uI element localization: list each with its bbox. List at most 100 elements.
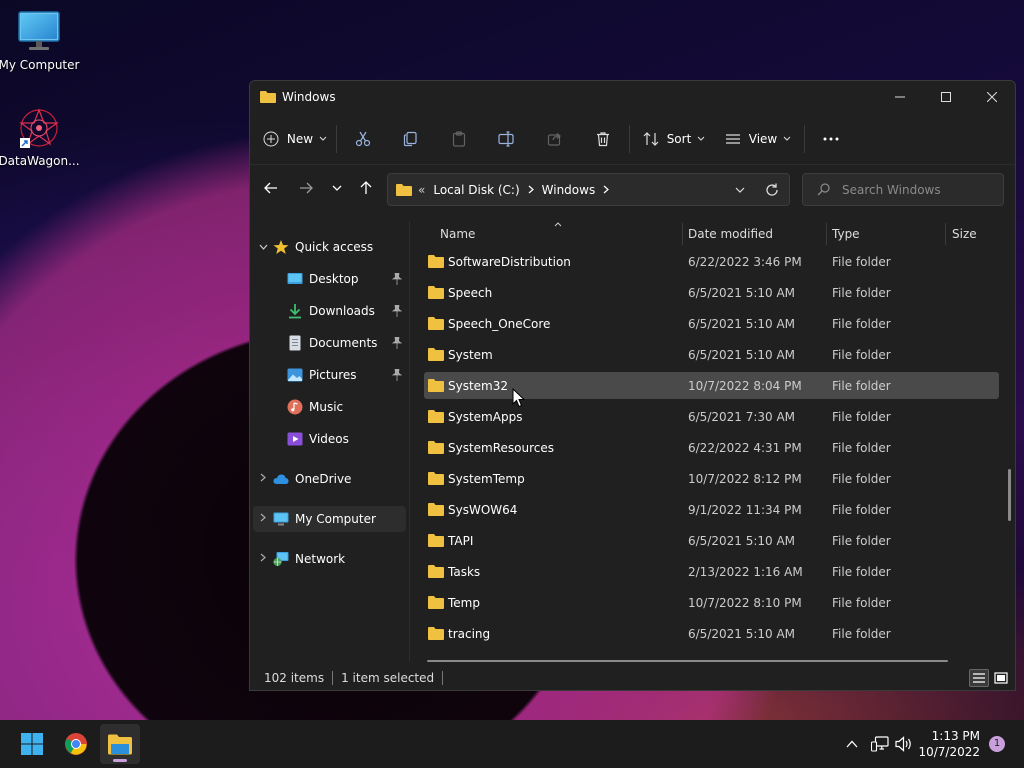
network-tray-button[interactable] <box>870 734 890 754</box>
desktop-icon-my-computer[interactable]: My Computer <box>0 10 81 72</box>
show-hidden-icons-button[interactable] <box>842 734 862 754</box>
desktop-icon <box>287 273 303 284</box>
rename-button[interactable] <box>487 121 527 157</box>
chevron-right-icon[interactable] <box>253 473 273 485</box>
close-button[interactable] <box>969 81 1015 113</box>
pin-icon[interactable] <box>392 337 402 349</box>
pin-icon[interactable] <box>392 305 402 317</box>
preview-view-button[interactable] <box>991 669 1011 687</box>
forward-button[interactable] <box>291 173 321 203</box>
chevron-up-icon <box>846 740 858 748</box>
sort-button[interactable]: Sort <box>636 121 712 157</box>
title-bar[interactable]: Windows <box>250 81 1015 113</box>
volume-tray-button[interactable] <box>894 734 914 754</box>
new-label: New <box>286 131 314 146</box>
chrome-taskbar-button[interactable] <box>56 724 96 764</box>
file-row[interactable]: SoftwareDistribution 6/22/2022 3:46 PM Fil… <box>424 248 999 275</box>
file-type: File folder <box>832 440 891 455</box>
vertical-scrollbar[interactable] <box>1008 469 1011 521</box>
file-row[interactable]: SystemApps 6/5/2021 7:30 AM File folder <box>424 403 999 430</box>
file-row[interactable]: Speech_OneCore 6/5/2021 5:10 AM File folde… <box>424 310 999 337</box>
search-input[interactable] <box>842 182 1002 197</box>
column-header-name[interactable]: Name <box>440 221 680 246</box>
file-row[interactable]: SysWOW64 9/1/2022 11:34 PM File folder <box>424 496 999 523</box>
thumbnail-view-icon <box>994 672 1008 684</box>
notification-badge[interactable]: 1 <box>989 736 1005 752</box>
refresh-icon[interactable] <box>765 183 779 197</box>
copy-button[interactable] <box>391 121 431 157</box>
nav-item-music[interactable]: Music <box>253 394 406 420</box>
minimize-icon <box>895 96 905 98</box>
paste-button[interactable] <box>439 121 479 157</box>
pane-divider[interactable] <box>409 221 410 661</box>
video-icon <box>287 432 303 446</box>
column-separator[interactable] <box>682 223 683 245</box>
nav-item-my-computer[interactable]: My Computer <box>253 506 406 532</box>
search-box[interactable] <box>802 173 1004 206</box>
file-name: System <box>448 347 493 362</box>
breadcrumb-local-disk[interactable]: Local Disk (C:) <box>433 183 519 197</box>
nav-item-pictures[interactable]: Pictures <box>253 362 406 388</box>
cut-button[interactable] <box>343 121 383 157</box>
chevron-down-icon[interactable] <box>253 242 273 253</box>
desktop-icon-label: DataWagon... <box>0 154 80 168</box>
breadcrumb-windows[interactable]: Windows <box>542 183 596 197</box>
file-type: File folder <box>832 502 891 517</box>
chevron-right-icon[interactable] <box>528 185 534 194</box>
nav-item-videos[interactable]: Videos <box>253 426 406 452</box>
chevron-right-icon[interactable] <box>603 185 610 194</box>
clock[interactable]: 1:13 PM 10/7/2022 <box>918 728 980 760</box>
column-header-size[interactable]: Size <box>952 221 1012 246</box>
nav-item-documents[interactable]: Documents <box>253 330 406 356</box>
active-app-indicator <box>113 759 127 762</box>
column-separator[interactable] <box>826 223 827 245</box>
maximize-button[interactable] <box>923 81 969 113</box>
file-row[interactable]: tracing 6/5/2021 5:10 AM File folder <box>424 620 999 647</box>
file-row[interactable]: Tasks 2/13/2022 1:16 AM File folder <box>424 558 999 585</box>
file-row[interactable]: System 6/5/2021 5:10 AM File folder <box>424 341 999 368</box>
nav-item-quick-access[interactable]: Quick access <box>253 234 406 260</box>
file-row[interactable]: SystemTemp 10/7/2022 8:12 PM File folder <box>424 465 999 492</box>
address-history-chevron-icon[interactable] <box>735 187 745 193</box>
view-button[interactable]: View <box>718 121 798 157</box>
back-button[interactable] <box>256 173 286 203</box>
address-bar[interactable]: « Local Disk (C:) Windows <box>387 173 790 206</box>
nav-item-downloads[interactable]: Downloads <box>253 298 406 324</box>
pin-icon[interactable] <box>392 273 402 285</box>
delete-button[interactable] <box>583 121 623 157</box>
nav-label: Music <box>309 400 344 414</box>
desktop-icon-datawagon[interactable]: DataWagon... <box>0 106 81 168</box>
file-explorer-taskbar-button[interactable] <box>100 724 140 764</box>
file-row[interactable]: SystemResources 6/22/2022 4:31 PM File fol… <box>424 434 999 461</box>
file-date-modified: 2/13/2022 1:16 AM <box>688 564 803 579</box>
nav-item-desktop[interactable]: Desktop <box>253 266 406 292</box>
file-row[interactable]: Temp 10/7/2022 8:10 PM File folder <box>424 589 999 616</box>
start-button[interactable] <box>12 724 52 764</box>
minimize-button[interactable] <box>877 81 923 113</box>
new-button[interactable]: New <box>260 121 330 157</box>
recent-locations-button[interactable] <box>322 173 352 203</box>
more-options-button[interactable] <box>811 121 851 157</box>
file-name: SystemApps <box>448 409 523 424</box>
up-button[interactable] <box>351 173 381 203</box>
address-overflow[interactable]: « <box>418 183 425 197</box>
nav-label: Quick access <box>295 240 374 254</box>
file-name: TAPI <box>448 533 474 548</box>
chevron-right-icon[interactable] <box>253 553 273 565</box>
file-row[interactable]: TAPI 6/5/2021 5:10 AM File folder <box>424 527 999 554</box>
toolbar-separator <box>804 124 805 153</box>
column-header-type[interactable]: Type <box>832 221 942 246</box>
file-row[interactable]: System32 10/7/2022 8:04 PM File folder <box>424 372 999 399</box>
details-view-button[interactable] <box>969 669 989 687</box>
horizontal-scrollbar[interactable] <box>427 660 948 662</box>
file-name: SoftwareDistribution <box>448 254 571 269</box>
share-button[interactable] <box>535 121 575 157</box>
nav-item-onedrive[interactable]: OneDrive <box>253 466 406 492</box>
pin-icon[interactable] <box>392 369 402 381</box>
column-header-date[interactable]: Date modified <box>688 221 826 246</box>
file-row[interactable]: Speech 6/5/2021 5:10 AM File folder <box>424 279 999 306</box>
folder-icon <box>428 255 444 268</box>
chevron-right-icon[interactable] <box>253 513 273 525</box>
column-separator[interactable] <box>945 223 946 245</box>
nav-item-network[interactable]: Network <box>253 546 406 572</box>
